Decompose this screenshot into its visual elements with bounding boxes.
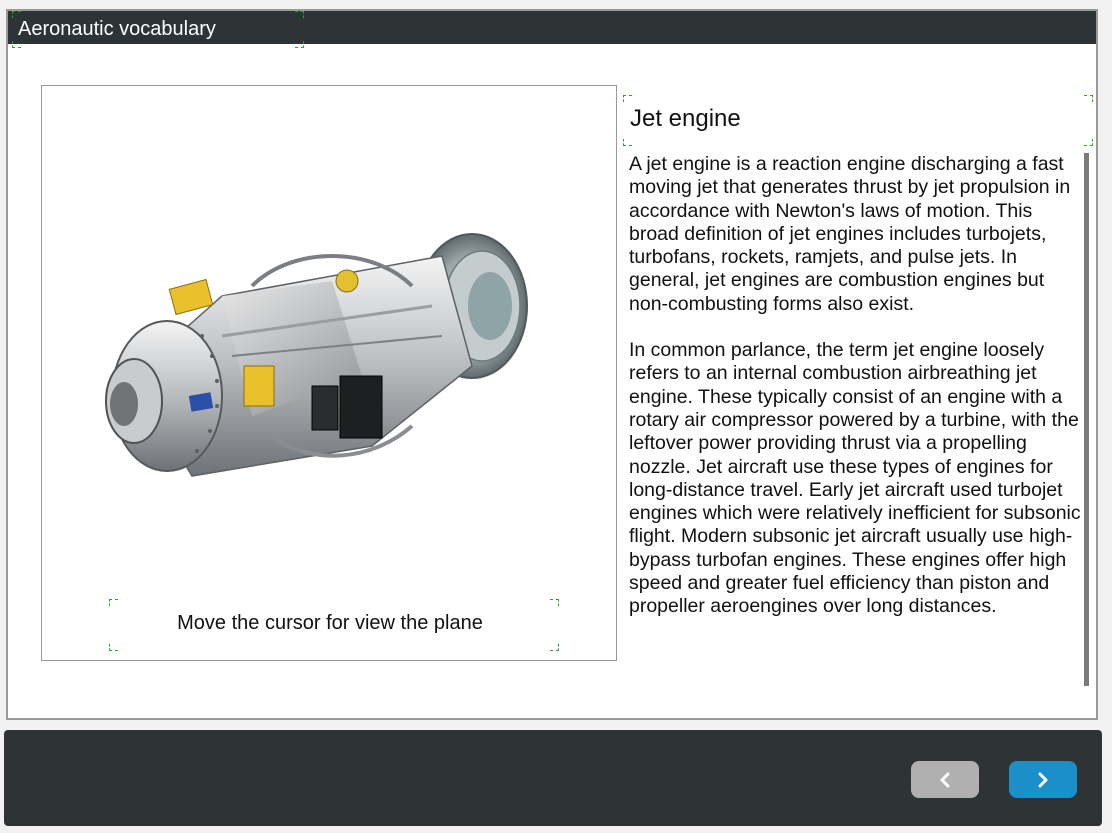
engine-image[interactable] xyxy=(72,226,542,496)
chevron-right-icon xyxy=(1038,772,1048,787)
chevron-left-icon xyxy=(940,772,950,787)
article-heading: Jet engine xyxy=(630,105,741,132)
slide-window: Aeronautic vocabulary Move the cursor fo… xyxy=(0,0,1112,833)
navigation-footer xyxy=(4,730,1102,826)
previous-button[interactable] xyxy=(911,761,979,798)
engine-image-panel[interactable]: Move the cursor for view the plane xyxy=(41,85,617,661)
title-bar: Aeronautic vocabulary xyxy=(8,11,1096,48)
page-title: Aeronautic vocabulary xyxy=(18,18,216,40)
next-button[interactable] xyxy=(1009,761,1077,798)
article-scrollbar[interactable] xyxy=(1084,153,1089,686)
image-caption: Move the cursor for view the plane xyxy=(177,612,483,634)
article-paragraph: In common parlance, the term jet engine … xyxy=(629,339,1081,618)
article-body[interactable]: A jet engine is a reaction engine discha… xyxy=(629,153,1084,688)
article-paragraph: A jet engine is a reaction engine discha… xyxy=(629,153,1071,315)
